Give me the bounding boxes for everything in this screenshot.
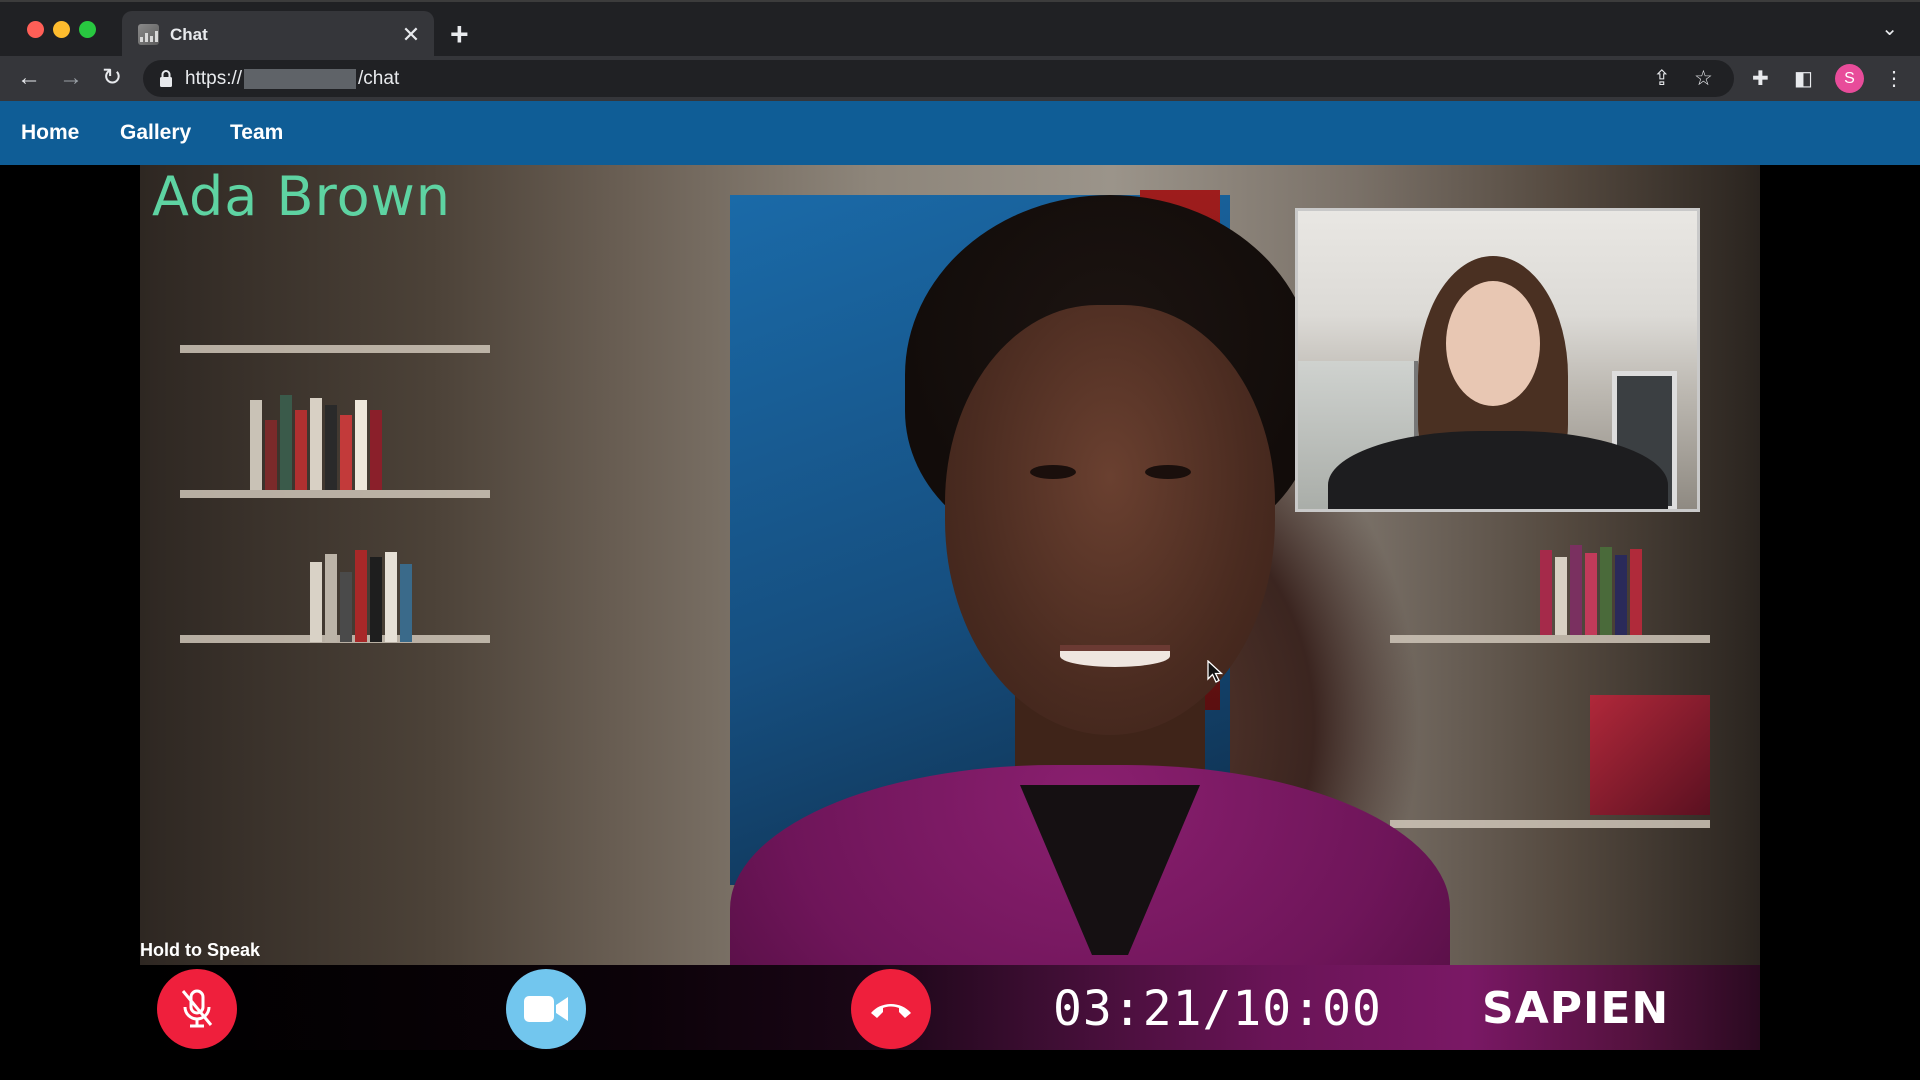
url-redacted-host — [244, 69, 357, 89]
tab-close-icon[interactable]: ✕ — [398, 22, 424, 48]
camera-toggle-button[interactable] — [506, 969, 586, 1049]
browser-tab-strip: Chat ✕ + ⌄ — [0, 0, 1920, 58]
self-view-video[interactable] — [1295, 208, 1700, 512]
tab-search-chevron-icon[interactable]: ⌄ — [1881, 16, 1898, 41]
side-panel-icon[interactable]: ◧ — [1794, 66, 1813, 91]
mic-toggle-button[interactable] — [157, 969, 237, 1049]
window-minimize-button[interactable] — [53, 21, 70, 38]
window-zoom-button[interactable] — [79, 21, 96, 38]
mouse-cursor-icon — [1207, 660, 1223, 683]
bookmark-star-icon[interactable]: ☆ — [1694, 66, 1713, 91]
extensions-puzzle-icon[interactable]: ✚ — [1752, 66, 1769, 91]
browser-menu-icon[interactable]: ⋮ — [1884, 66, 1904, 91]
shelf — [180, 345, 490, 353]
tab-title: Chat — [170, 24, 208, 44]
browser-tab[interactable]: Chat ✕ — [122, 11, 434, 58]
reload-icon[interactable]: ↻ — [97, 63, 127, 93]
mic-muted-icon — [181, 989, 213, 1028]
url-path: /chat — [358, 68, 400, 89]
nav-link-team[interactable]: Team — [230, 121, 283, 145]
window-close-button[interactable] — [27, 21, 44, 38]
call-control-bar: 03:21/10:00 SAPIEN — [140, 965, 1760, 1050]
new-tab-button[interactable]: + — [450, 14, 469, 54]
url-text: https:// /chat — [185, 68, 399, 90]
profile-avatar[interactable]: S — [1835, 64, 1864, 93]
books — [250, 395, 382, 490]
nav-link-home[interactable]: Home — [21, 121, 79, 145]
shelf — [180, 490, 490, 498]
address-bar[interactable]: https:// /chat ⇪ ☆ — [143, 60, 1734, 97]
back-arrow-icon[interactable]: ← — [14, 63, 44, 93]
phone-hangup-icon — [871, 1004, 911, 1018]
wall-art — [1590, 695, 1710, 815]
caller-name: Ada Brown — [152, 165, 452, 228]
video-camera-icon — [524, 996, 568, 1022]
hang-up-button[interactable] — [851, 969, 931, 1049]
nav-link-gallery[interactable]: Gallery — [120, 121, 191, 145]
site-nav-bar: Home Gallery Team — [0, 101, 1920, 165]
brand-logo: SAPIEN — [1482, 983, 1670, 1034]
books — [1540, 545, 1642, 635]
books — [310, 550, 412, 642]
forward-arrow-icon[interactable]: → — [56, 63, 86, 93]
url-prefix: https:// — [185, 68, 243, 89]
share-icon[interactable]: ⇪ — [1653, 66, 1671, 91]
video-call-stage: Ada Brown Hold to Speak 03:21/10:00 SAPI… — [140, 165, 1760, 1050]
call-timer: 03:21/10:00 — [1053, 981, 1382, 1037]
lock-icon — [160, 70, 172, 87]
browser-toolbar: ← → ↻ https:// /chat ⇪ ☆ ✚ ◧ S ⋮ — [0, 56, 1920, 101]
hold-to-speak-label: Hold to Speak — [140, 940, 261, 960]
tab-favicon-icon — [138, 24, 159, 45]
